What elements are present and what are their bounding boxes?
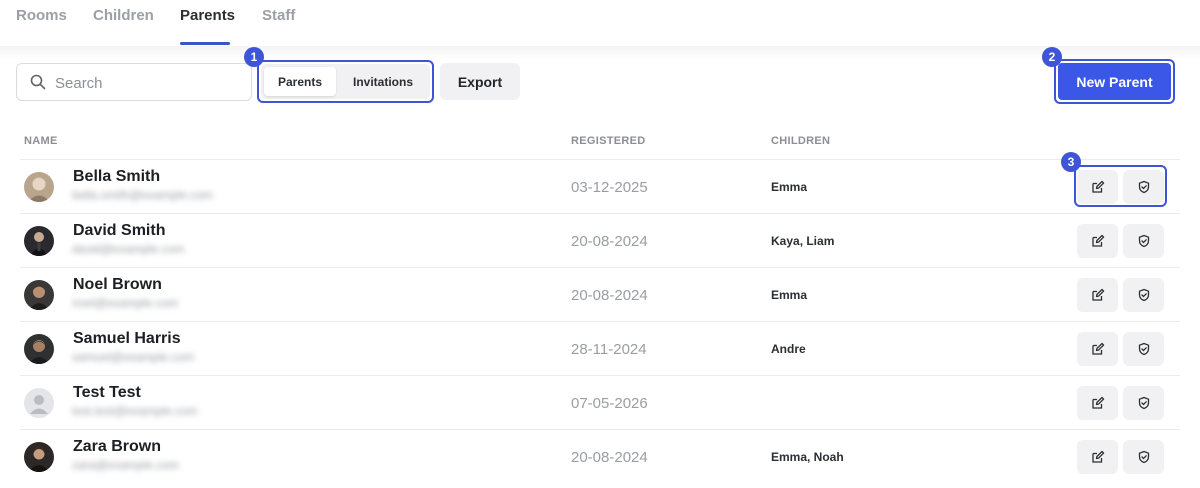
registered-date: 28-11-2024 [571, 341, 647, 358]
annotation-badge-3: 3 [1061, 152, 1081, 172]
registered-date: 07-05-2026 [571, 395, 648, 412]
parent-name: Noel Brown [73, 276, 162, 293]
registered-date: 03-12-2025 [571, 179, 648, 196]
segment-parents[interactable]: Parents [264, 67, 336, 96]
avatar [24, 172, 54, 202]
shield-icon [1138, 342, 1149, 356]
table-row[interactable]: David Smith david@example.com 20-08-2024… [20, 213, 1180, 267]
edit-button[interactable] [1077, 440, 1118, 474]
tab-rooms[interactable]: Rooms [16, 7, 67, 24]
parent-email: test.test@example.com [72, 404, 198, 418]
children-list: Andre [771, 342, 806, 356]
parent-name: Samuel Harris [73, 330, 181, 347]
user-icon [24, 388, 54, 418]
avatar [24, 442, 54, 472]
permissions-button[interactable] [1123, 332, 1164, 366]
column-header-name[interactable]: NAME [24, 135, 58, 147]
permissions-button[interactable] [1123, 278, 1164, 312]
edit-icon [1091, 288, 1104, 301]
export-button[interactable]: Export [440, 63, 520, 100]
table-row[interactable]: Samuel Harris samuel@example.com 28-11-2… [20, 321, 1180, 375]
parent-email: samuel@example.com [72, 350, 195, 364]
segment-invitations[interactable]: Invitations [340, 67, 426, 96]
permissions-button[interactable] [1123, 440, 1164, 474]
table-row[interactable]: Zara Brown zara@example.com 20-08-2024 E… [20, 429, 1180, 483]
table-row[interactable]: Test Test test.test@example.com 07-05-20… [20, 375, 1180, 429]
edit-icon [1091, 342, 1104, 355]
parent-email: bella.smith@example.com [72, 188, 213, 202]
avatar [24, 226, 54, 256]
table-row[interactable]: Bella Smith bella.smith@example.com 03-1… [20, 159, 1180, 213]
column-header-registered[interactable]: REGISTERED [571, 135, 646, 147]
children-list: Emma [771, 180, 808, 194]
tab-staff[interactable]: Staff [262, 7, 295, 24]
permissions-button[interactable] [1123, 224, 1164, 258]
parents-invitations-toggle: Parents Invitations [261, 64, 430, 99]
table-row[interactable]: Noel Brown noel@example.com 20-08-2024 E… [20, 267, 1180, 321]
avatar [24, 280, 54, 310]
parent-email: zara@example.com [72, 458, 179, 472]
shield-icon [1138, 450, 1149, 464]
active-tab-indicator [180, 42, 230, 45]
annotation-badge-1: 1 [244, 47, 264, 67]
parent-name: David Smith [73, 222, 166, 239]
avatar-placeholder [24, 388, 54, 418]
shield-icon [1138, 234, 1149, 248]
parent-name: Test Test [73, 384, 141, 401]
registered-date: 20-08-2024 [571, 287, 648, 304]
shield-icon [1138, 396, 1149, 410]
permissions-button[interactable] [1123, 386, 1164, 420]
edit-button[interactable] [1077, 278, 1118, 312]
parent-name: Zara Brown [73, 438, 162, 455]
edit-button[interactable] [1077, 386, 1118, 420]
registered-date: 20-08-2024 [571, 449, 648, 466]
tab-parents[interactable]: Parents [180, 7, 235, 24]
edit-icon [1091, 396, 1104, 409]
children-list: Emma, Noah [771, 450, 844, 464]
children-list: Kaya, Liam [771, 234, 835, 248]
parent-email: noel@example.com [72, 296, 179, 310]
parent-email: david@example.com [72, 242, 185, 256]
tab-children[interactable]: Children [93, 7, 154, 24]
search-icon [30, 74, 46, 90]
edit-button[interactable] [1077, 224, 1118, 258]
edit-icon [1091, 234, 1104, 247]
children-list: Emma [771, 288, 808, 302]
tab-bar: Rooms Children Parents Staff [0, 0, 1200, 46]
highlight-box-3 [1074, 165, 1167, 207]
shield-icon [1138, 288, 1149, 302]
registered-date: 20-08-2024 [571, 233, 648, 250]
edit-icon [1091, 450, 1104, 463]
avatar [24, 334, 54, 364]
search-input[interactable] [55, 72, 245, 94]
new-parent-button[interactable]: New Parent [1058, 63, 1171, 100]
column-header-children[interactable]: CHILDREN [771, 135, 830, 147]
parent-name: Bella Smith [73, 168, 161, 185]
tabs-divider [0, 46, 1200, 60]
annotation-badge-2: 2 [1042, 47, 1062, 67]
edit-button[interactable] [1077, 332, 1118, 366]
search-box[interactable] [16, 63, 252, 101]
